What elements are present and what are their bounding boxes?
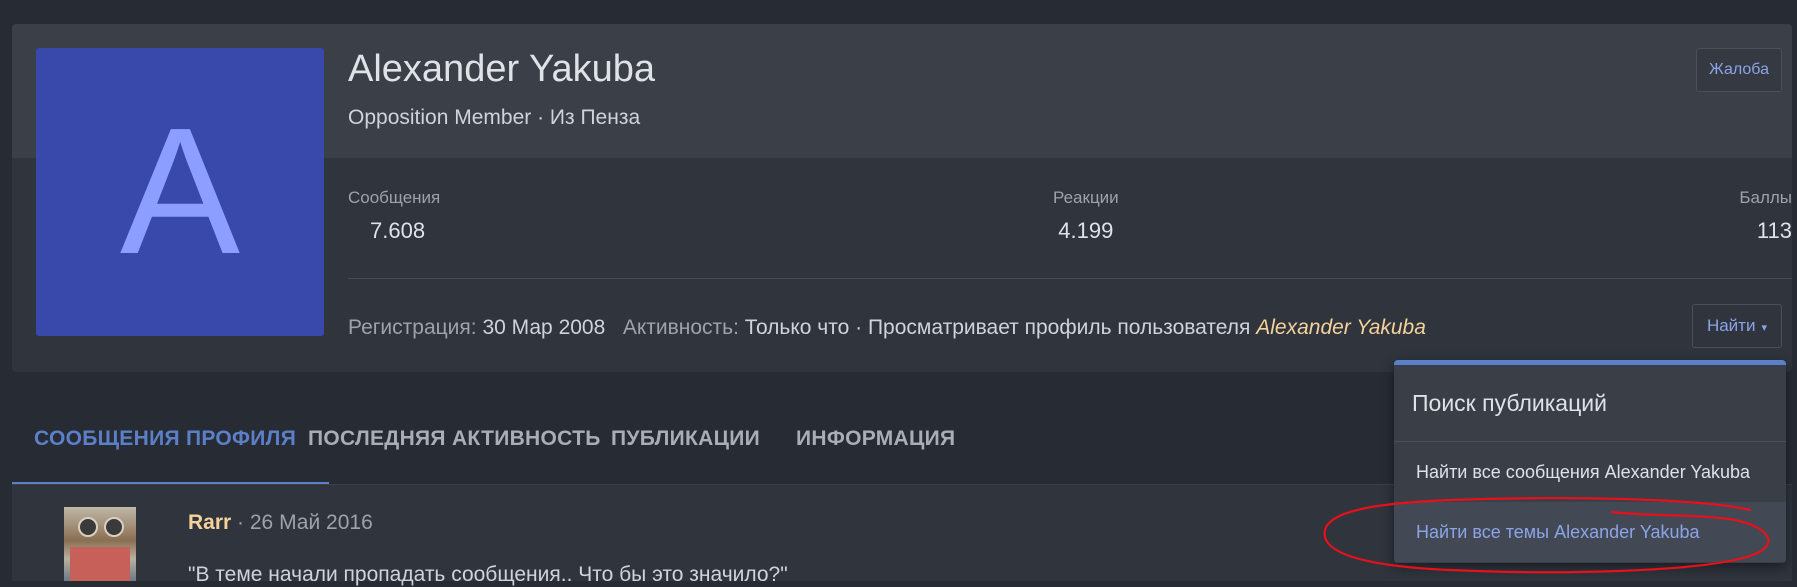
- tab-profile-posts[interactable]: СООБЩЕНИЯ ПРОФИЛЯ: [34, 396, 296, 482]
- post-author-name[interactable]: Rarr: [188, 511, 231, 534]
- find-dropdown-menu: Поиск публикаций Найти все сообщения Ale…: [1394, 360, 1786, 563]
- stat-points[interactable]: Баллы 113: [1739, 188, 1792, 244]
- avatar-image-detail: [78, 517, 98, 537]
- stat-messages[interactable]: Сообщения 7.608: [348, 188, 440, 244]
- profile-meta-line: Регистрация: 30 Мар 2008 Активность: Тол…: [348, 316, 1426, 340]
- registration-label: Регистрация:: [348, 316, 477, 339]
- avatar-image-detail: [70, 547, 130, 581]
- report-button[interactable]: Жалоба: [1696, 48, 1782, 92]
- stat-value: 113: [1756, 218, 1792, 243]
- chevron-down-icon: ▾: [1761, 322, 1767, 334]
- post-date[interactable]: 26 Май 2016: [250, 511, 373, 534]
- stat-value: 7.608: [370, 218, 426, 243]
- stat-label: Сообщения: [348, 188, 441, 207]
- stat-reactions[interactable]: Реакции 4.199: [1053, 188, 1119, 244]
- dropdown-title: Поиск публикаций: [1394, 365, 1786, 442]
- profile-tabs: СООБЩЕНИЯ ПРОФИЛЯ ПОСЛЕДНЯЯ АКТИВНОСТЬ П…: [12, 396, 1392, 482]
- avatar-image-detail: [104, 517, 124, 537]
- tab-postings[interactable]: ПУБЛИКАЦИИ: [611, 396, 760, 482]
- find-button[interactable]: Найти ▾: [1691, 304, 1782, 348]
- activity-user-link[interactable]: Alexander Yakuba: [1256, 316, 1426, 339]
- stats-divider: [348, 278, 1792, 279]
- registration-date: 30 Мар 2008: [482, 316, 606, 339]
- find-button-label: Найти: [1706, 316, 1756, 335]
- activity-label: Активность:: [622, 316, 739, 339]
- stat-label: Баллы: [1739, 188, 1792, 207]
- stats-row: Сообщения 7.608 Реакции 4.199 Баллы 113: [348, 188, 1792, 268]
- tab-latest-activity[interactable]: ПОСЛЕДНЯЯ АКТИВНОСТЬ: [308, 396, 601, 482]
- stat-label: Реакции: [1053, 188, 1119, 207]
- avatar-letter: A: [119, 91, 241, 292]
- stat-value: 4.199: [1058, 218, 1114, 243]
- post-author-avatar[interactable]: [64, 507, 136, 581]
- username[interactable]: Alexander Yakuba: [348, 48, 655, 91]
- post-header: Rarr · 26 Май 2016: [188, 511, 373, 535]
- user-title: Opposition Member · Из Пенза: [348, 106, 641, 129]
- post-text: "В теме начали пропадать сообщения.. Что…: [188, 563, 788, 586]
- activity-value: Только что · Просматривает профиль польз…: [744, 316, 1251, 339]
- tab-about[interactable]: ИНФОРМАЦИЯ: [796, 396, 955, 482]
- find-all-messages-link[interactable]: Найти все сообщения Alexander Yakuba: [1394, 442, 1786, 502]
- post-separator: ·: [231, 511, 250, 534]
- profile-card: A Alexander Yakuba Opposition Member · И…: [12, 24, 1792, 372]
- avatar[interactable]: A: [36, 48, 324, 336]
- find-all-threads-link[interactable]: Найти все темы Alexander Yakuba: [1394, 502, 1786, 562]
